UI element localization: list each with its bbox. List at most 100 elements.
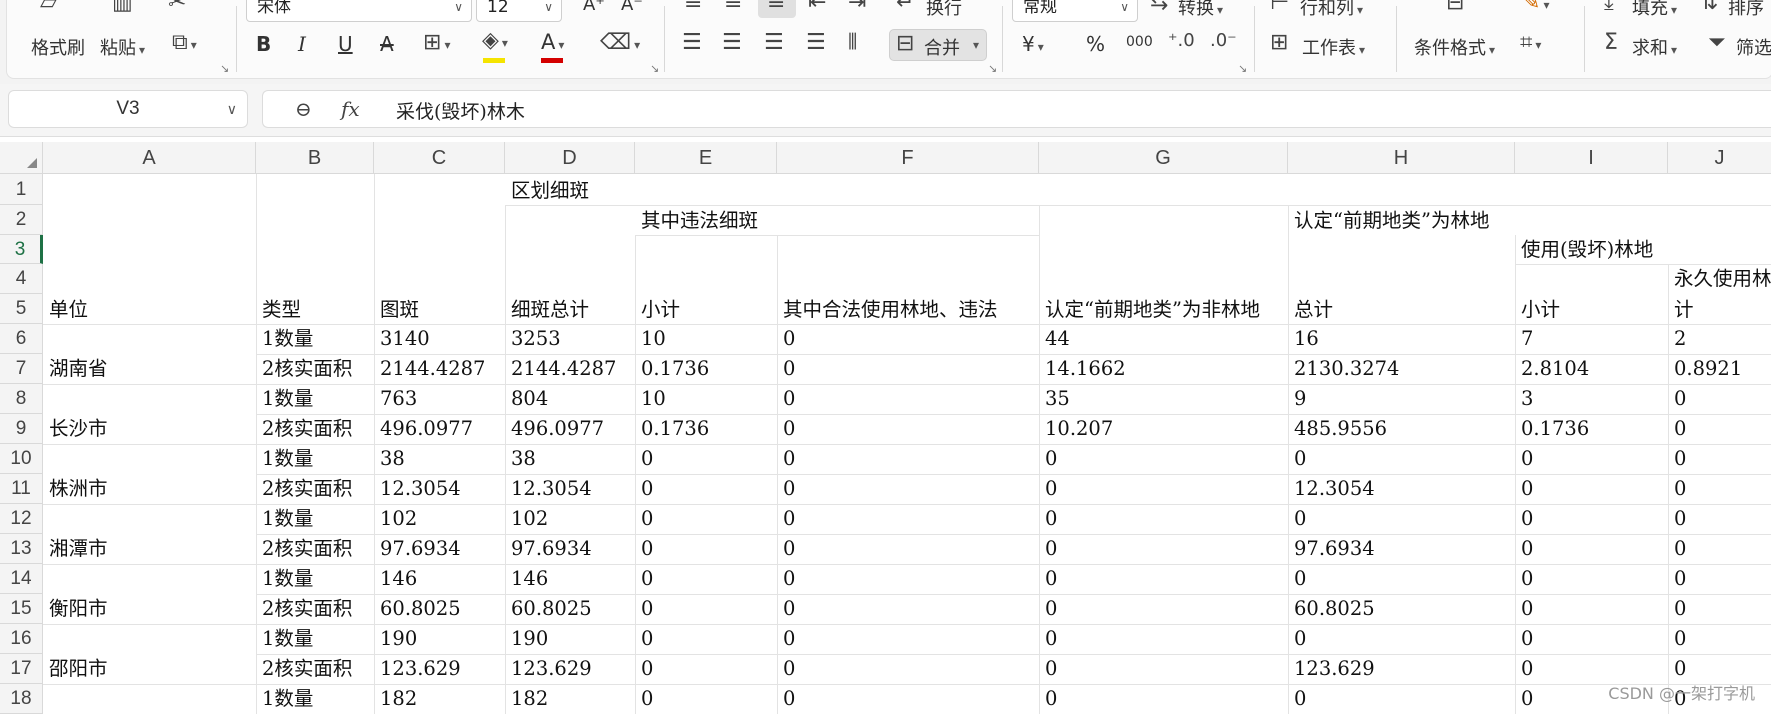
table-cell[interactable]: 60.8025 xyxy=(374,595,505,623)
table-cell[interactable]: 146 xyxy=(505,565,635,593)
row-header-18[interactable]: 18 xyxy=(0,684,43,714)
table-cell[interactable]: 60.8025 xyxy=(505,595,635,623)
row-header-8[interactable]: 8 xyxy=(0,384,43,414)
table-cell[interactable]: 60.8025 xyxy=(1288,595,1515,623)
table-cell[interactable]: 97.6934 xyxy=(1288,535,1515,563)
table-cell[interactable]: 804 xyxy=(505,385,635,413)
table-cell[interactable]: 0.1736 xyxy=(1515,415,1668,443)
table-cell[interactable]: 102 xyxy=(505,505,635,533)
table-cell[interactable]: 0 xyxy=(635,685,777,713)
sort-button[interactable]: 排序 xyxy=(1728,0,1764,20)
table-cell[interactable]: 长沙市 xyxy=(43,415,256,443)
table-cell[interactable]: 0 xyxy=(777,595,1039,623)
table-cell[interactable]: 0 xyxy=(1039,445,1288,473)
decrease-decimal-icon[interactable]: .0⁻ xyxy=(1210,32,1237,50)
row-header-5[interactable]: 5 xyxy=(0,294,43,324)
header-cell-i3[interactable]: 使用(毁坏)林地 xyxy=(1515,236,1771,264)
table-cell[interactable]: 0 xyxy=(1039,595,1288,623)
table-cell[interactable]: 0 xyxy=(1515,625,1668,653)
column-header-b[interactable]: B xyxy=(256,142,374,174)
table-cell[interactable]: 12.3054 xyxy=(1288,475,1515,503)
table-cell[interactable]: 0 xyxy=(777,625,1039,653)
table-cell[interactable]: 44 xyxy=(1039,325,1288,353)
font-launcher-icon[interactable]: ↘ xyxy=(650,62,659,75)
underline-button[interactable]: U xyxy=(338,32,353,56)
table-cell[interactable]: 1数量 xyxy=(256,325,374,353)
align-right-icon[interactable]: ☰ xyxy=(764,32,784,54)
table-cell[interactable]: 0 xyxy=(635,625,777,653)
sum-button[interactable]: 求和 ▾ xyxy=(1632,34,1677,60)
bold-button[interactable]: B xyxy=(256,32,271,56)
table-cell[interactable]: 97.6934 xyxy=(374,535,505,563)
row-header-10[interactable]: 10 xyxy=(0,444,43,474)
table-cell[interactable]: 2 xyxy=(1668,325,1771,353)
table-cell[interactable]: 0.1736 xyxy=(635,355,777,383)
frame-icon[interactable]: ⌗ ▾ xyxy=(1520,32,1541,54)
fill-icon[interactable]: ⤓ xyxy=(1604,0,1614,14)
column-header-i[interactable]: I xyxy=(1515,142,1668,174)
table-cell[interactable]: 146 xyxy=(374,565,505,593)
table-cell[interactable]: 0 xyxy=(1515,445,1668,473)
indent-increase-icon[interactable]: ⇥ xyxy=(848,0,866,14)
table-cell[interactable]: 12.3054 xyxy=(505,475,635,503)
thousands-button[interactable]: 000 xyxy=(1126,34,1153,50)
table-cell[interactable]: 0 xyxy=(1668,655,1771,683)
table-cell[interactable]: 0 xyxy=(1668,565,1771,593)
font-name-select[interactable]: 宋体 ∨ xyxy=(246,0,472,22)
paste-icon[interactable]: ▥ xyxy=(112,0,133,14)
header-cell-j5[interactable]: 计 xyxy=(1668,296,1771,324)
paste-button[interactable]: 粘贴 ▾ xyxy=(100,34,145,60)
convert-icon[interactable]: ⇆ xyxy=(1150,0,1168,14)
table-cell[interactable]: 10 xyxy=(635,325,777,353)
table-cell[interactable]: 0 xyxy=(1515,505,1668,533)
sum-icon[interactable]: Σ xyxy=(1604,32,1618,54)
column-header-a[interactable]: A xyxy=(43,142,256,174)
column-header-h[interactable]: H xyxy=(1288,142,1515,174)
table-cell[interactable]: 0 xyxy=(1039,475,1288,503)
format-painter-icon[interactable]: ▱ xyxy=(40,0,57,14)
row-col-button[interactable]: 行和列 ▾ xyxy=(1300,0,1363,20)
table-cell[interactable]: 97.6934 xyxy=(505,535,635,563)
table-cell[interactable]: 1数量 xyxy=(256,505,374,533)
table-cell[interactable]: 2核实面积 xyxy=(256,535,374,563)
conditional-format-icon[interactable]: ⊟ xyxy=(1446,0,1464,14)
table-cell[interactable]: 1数量 xyxy=(256,685,374,713)
row-header-3[interactable]: 3 xyxy=(0,235,43,264)
table-cell[interactable]: 0 xyxy=(1288,505,1515,533)
table-cell[interactable]: 0 xyxy=(1668,385,1771,413)
row-header-17[interactable]: 17 xyxy=(0,654,43,684)
table-cell[interactable]: 0 xyxy=(1039,565,1288,593)
row-header-16[interactable]: 16 xyxy=(0,624,43,654)
row-header-13[interactable]: 13 xyxy=(0,534,43,564)
table-cell[interactable]: 38 xyxy=(374,445,505,473)
header-cell-d1[interactable]: 区划细斑 xyxy=(505,177,905,205)
table-cell[interactable]: 0 xyxy=(777,415,1039,443)
sort-icon[interactable]: ⇅ xyxy=(1700,0,1718,14)
table-cell[interactable]: 0.1736 xyxy=(635,415,777,443)
filter-icon[interactable]: ⏷ xyxy=(1708,32,1726,54)
table-cell[interactable]: 35 xyxy=(1039,385,1288,413)
table-cell[interactable]: 1数量 xyxy=(256,445,374,473)
table-cell[interactable]: 14.1662 xyxy=(1039,355,1288,383)
row-header-11[interactable]: 11 xyxy=(0,474,43,504)
header-cell-j4[interactable]: 永久使用林地 xyxy=(1668,265,1771,293)
header-cell-a5[interactable]: 单位 xyxy=(43,296,256,324)
table-cell[interactable]: 0 xyxy=(1515,535,1668,563)
align-middle-icon[interactable]: ≡ xyxy=(724,0,742,14)
table-cell[interactable]: 0 xyxy=(777,445,1039,473)
table-cell[interactable]: 182 xyxy=(505,685,635,713)
formula-content[interactable]: 采伐(毁坏)林木 xyxy=(396,97,525,124)
header-cell-h2[interactable]: 认定“前期地类”为林地 xyxy=(1288,207,1688,235)
distributed-icon[interactable]: ⫴ xyxy=(848,32,857,54)
clipboard-launcher-icon[interactable]: ↘ xyxy=(220,62,229,75)
table-cell[interactable]: 0 xyxy=(1288,685,1515,713)
justify-icon[interactable]: ☰ xyxy=(806,32,826,54)
table-cell[interactable]: 0 xyxy=(1668,535,1771,563)
table-cell[interactable]: 0 xyxy=(635,655,777,683)
copy-icon[interactable]: ⧉ ▾ xyxy=(172,32,197,54)
table-cell[interactable]: 12.3054 xyxy=(374,475,505,503)
currency-button[interactable]: ¥ ▾ xyxy=(1022,32,1044,56)
table-cell[interactable]: 0 xyxy=(1288,565,1515,593)
table-cell[interactable]: 0 xyxy=(1668,595,1771,623)
table-cell[interactable]: 16 xyxy=(1288,325,1515,353)
